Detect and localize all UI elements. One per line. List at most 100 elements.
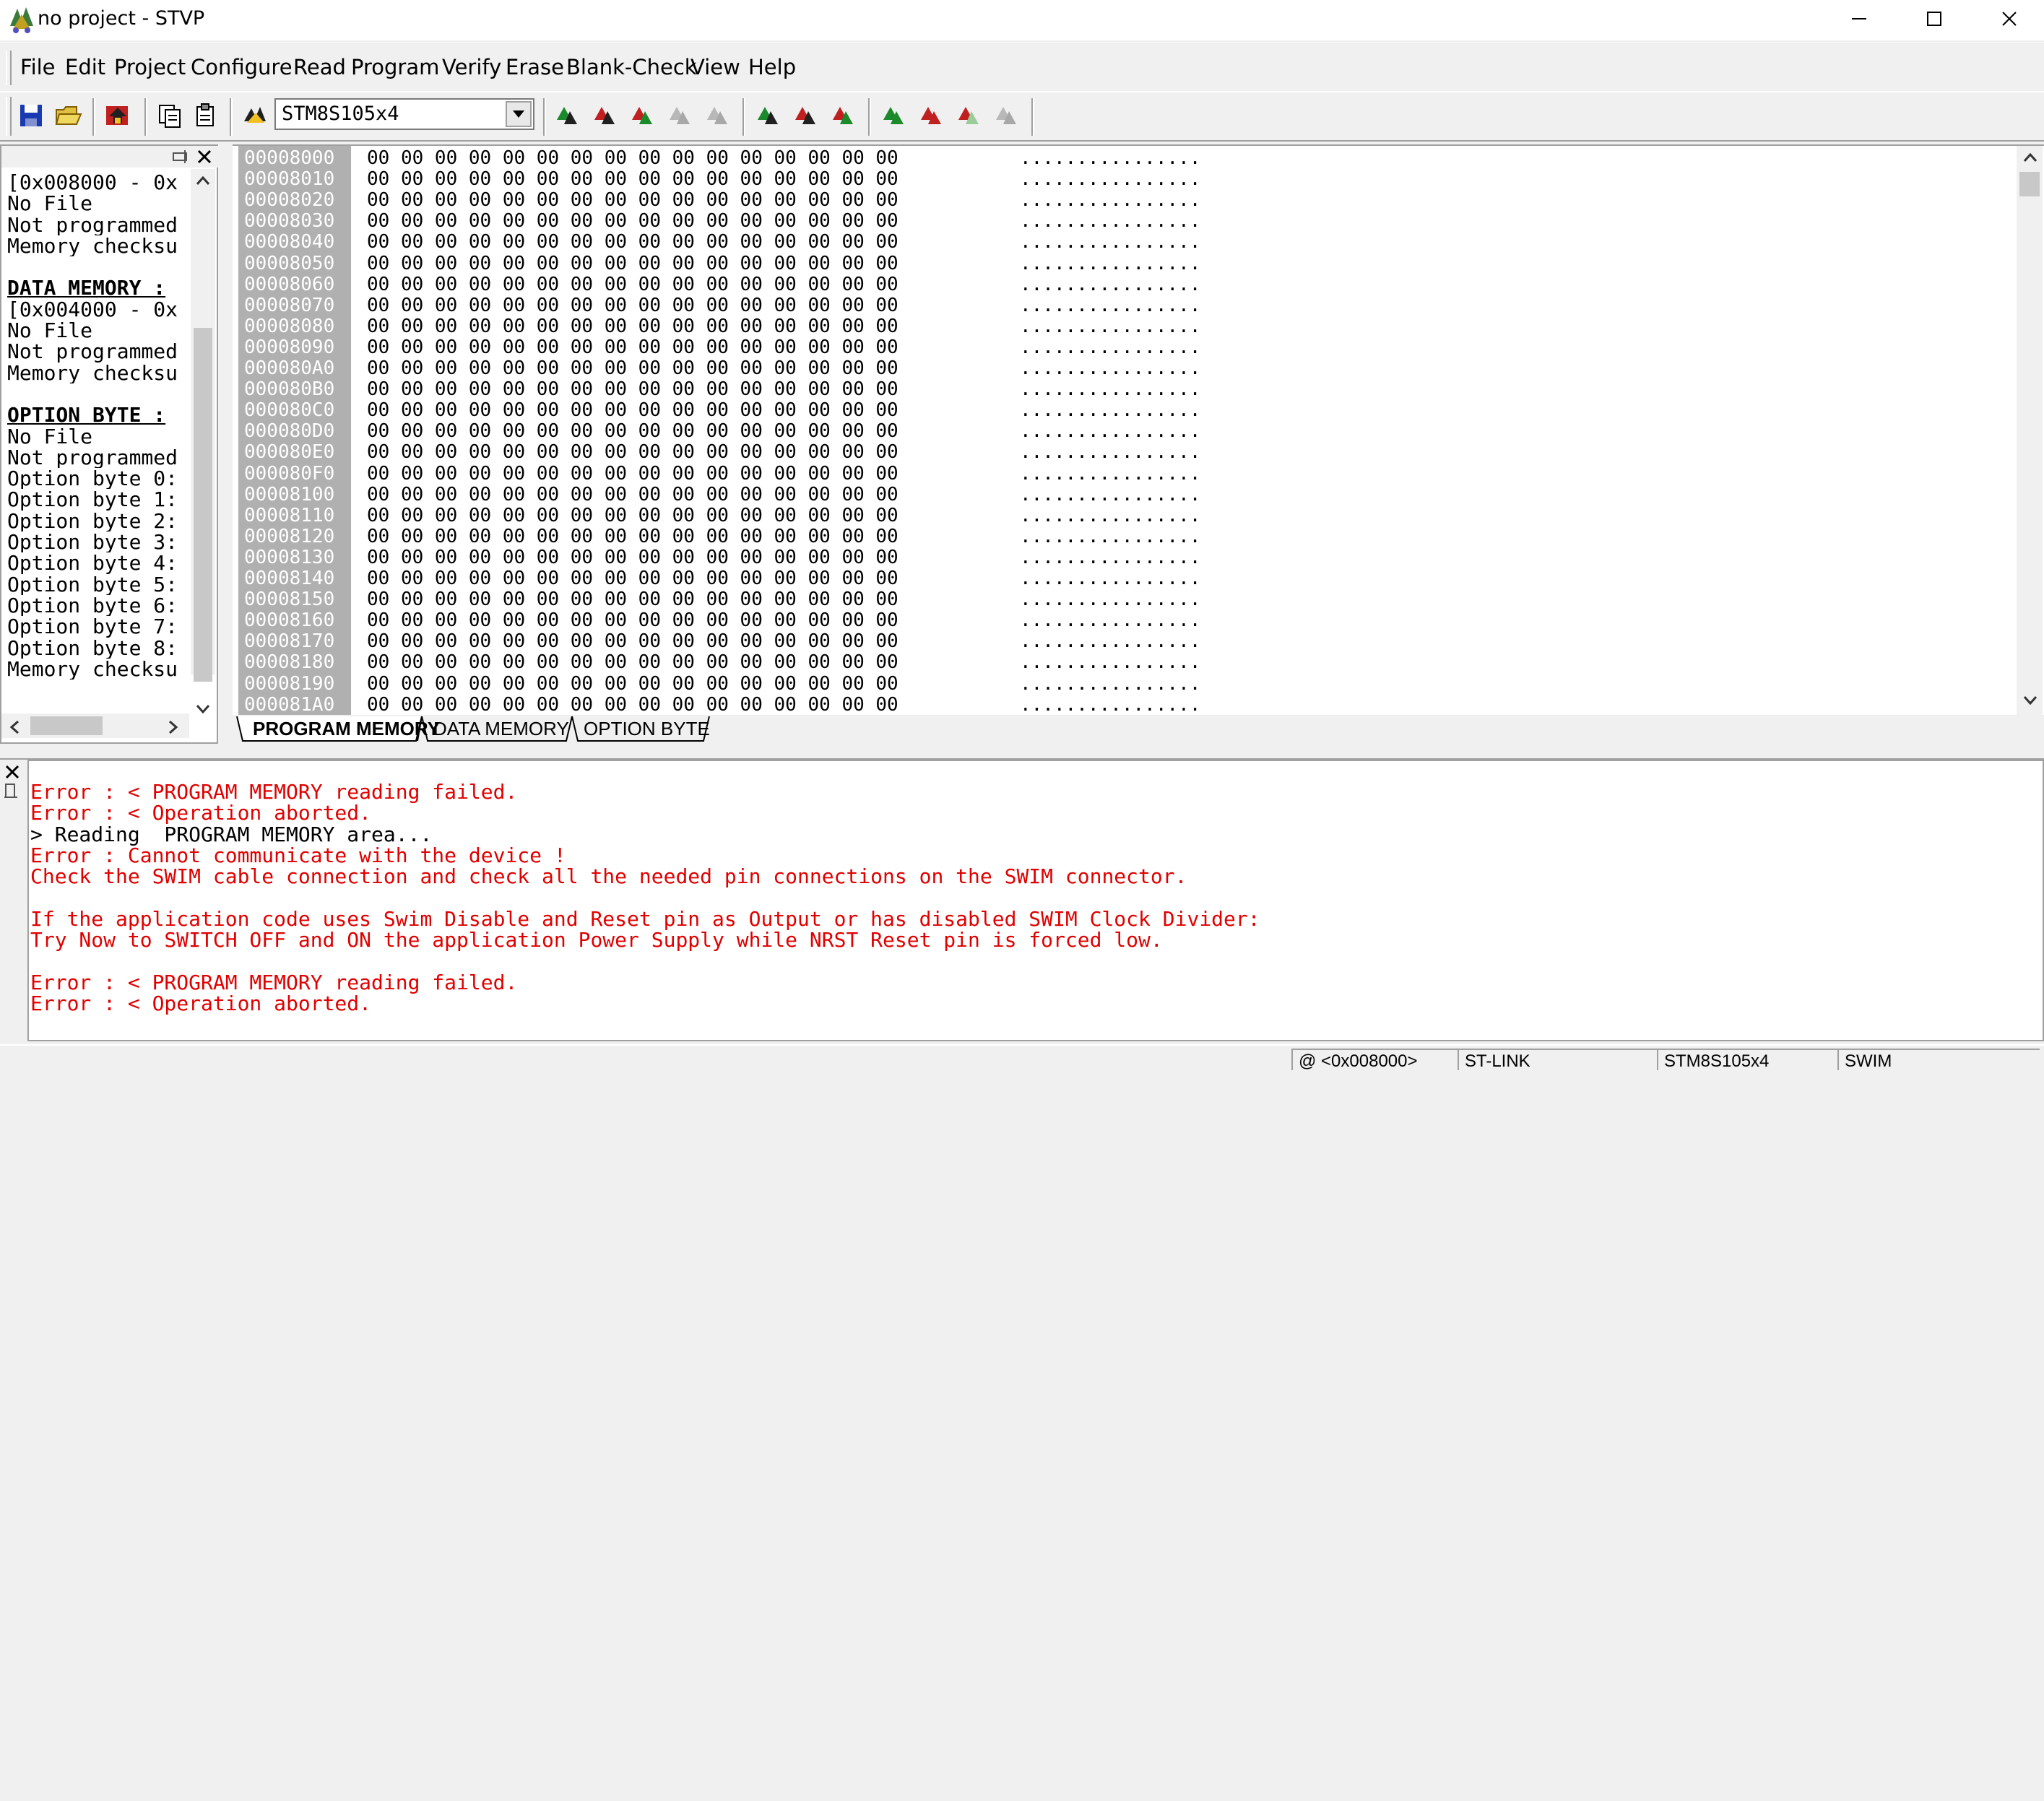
scroll-down-icon[interactable] <box>195 703 211 715</box>
hex-bytes[interactable]: 00 00 00 00 00 00 00 00 00 00 00 00 00 0… <box>367 378 898 400</box>
info-scroll-thumb[interactable] <box>194 328 212 682</box>
hex-bytes[interactable]: 00 00 00 00 00 00 00 00 00 00 00 00 00 0… <box>367 630 898 652</box>
hex-ascii[interactable]: ................ <box>1020 609 1200 631</box>
hex-ascii[interactable]: ................ <box>1020 547 1200 568</box>
hex-bytes[interactable]: 00 00 00 00 00 00 00 00 00 00 00 00 00 0… <box>367 231 898 253</box>
maximize-button[interactable] <box>1897 0 1972 38</box>
read-disabled-button[interactable] <box>663 98 696 133</box>
tab-option-byte[interactable]: OPTION BYTE <box>584 718 710 740</box>
hex-vertical-scrollbar[interactable] <box>2017 146 2043 715</box>
hex-bytes[interactable]: 00 00 00 00 00 00 00 00 00 00 00 00 00 0… <box>367 463 898 485</box>
info-vertical-scrollbar[interactable] <box>191 169 215 714</box>
hex-ascii[interactable]: ................ <box>1020 526 1200 547</box>
hex-bytes[interactable]: 00 00 00 00 00 00 00 00 00 00 00 00 00 0… <box>367 694 898 716</box>
info-hscroll-thumb[interactable] <box>30 716 103 735</box>
read-all-button[interactable] <box>588 98 621 133</box>
scroll-down-icon[interactable] <box>2022 695 2038 706</box>
hex-ascii[interactable]: ................ <box>1020 673 1200 695</box>
read-button[interactable] <box>550 98 584 133</box>
hex-ascii[interactable]: ................ <box>1020 463 1200 485</box>
memory-hex-view[interactable]: 00008000 00008010 00008020 00008030 00008040… <box>233 144 2044 716</box>
program-button[interactable] <box>751 98 784 133</box>
open-button[interactable] <box>52 98 85 133</box>
menu-help[interactable]: Help <box>748 55 796 79</box>
hex-bytes[interactable]: 00 00 00 00 00 00 00 00 00 00 00 00 00 0… <box>367 547 898 568</box>
save-button[interactable] <box>14 98 48 133</box>
hex-ascii[interactable]: ................ <box>1020 274 1200 295</box>
hex-ascii[interactable]: ................ <box>1020 505 1200 526</box>
hex-bytes[interactable]: 00 00 00 00 00 00 00 00 00 00 00 00 00 0… <box>367 399 898 421</box>
hex-bytes[interactable]: 00 00 00 00 00 00 00 00 00 00 00 00 00 0… <box>367 609 898 631</box>
menu-edit[interactable]: Edit <box>65 55 105 79</box>
hex-ascii[interactable]: ................ <box>1020 441 1200 463</box>
scroll-left-icon[interactable] <box>9 719 20 735</box>
hex-ascii[interactable]: ................ <box>1020 694 1200 716</box>
minimize-button[interactable] <box>1822 0 1897 38</box>
menu-verify[interactable]: Verify <box>442 55 501 79</box>
scroll-up-icon[interactable] <box>2022 152 2038 163</box>
hex-bytes[interactable]: 00 00 00 00 00 00 00 00 00 00 00 00 00 0… <box>367 189 898 211</box>
read-active-button[interactable] <box>625 98 659 133</box>
panel-close-icon[interactable] <box>196 149 212 165</box>
program-all-button[interactable] <box>789 98 822 133</box>
scroll-right-icon[interactable] <box>168 719 179 735</box>
hex-ascii[interactable]: ................ <box>1020 420 1200 442</box>
toolbar-grip[interactable] <box>6 97 12 136</box>
tab-data-memory[interactable]: DATA MEMORY <box>433 718 569 740</box>
menu-view[interactable]: View <box>690 55 740 79</box>
hex-bytes[interactable]: 00 00 00 00 00 00 00 00 00 00 00 00 00 0… <box>367 210 898 232</box>
hex-ascii[interactable]: ................ <box>1020 168 1200 190</box>
menu-configure[interactable]: Configure <box>191 55 293 79</box>
hex-ascii[interactable]: ................ <box>1020 295 1200 316</box>
hex-ascii[interactable]: ................ <box>1020 210 1200 232</box>
pane-splitter[interactable] <box>0 744 2044 760</box>
hex-ascii[interactable]: ................ <box>1020 147 1200 169</box>
menu-grip[interactable] <box>6 51 12 85</box>
menu-file[interactable]: File <box>20 55 56 79</box>
program-active-button[interactable] <box>826 98 859 133</box>
hex-bytes[interactable]: 00 00 00 00 00 00 00 00 00 00 00 00 00 0… <box>367 673 898 695</box>
read-disabled2-button[interactable] <box>701 98 734 133</box>
info-horizontal-scrollbar[interactable] <box>1 713 189 738</box>
hex-ascii[interactable]: ................ <box>1020 399 1200 421</box>
hex-bytes[interactable]: 00 00 00 00 00 00 00 00 00 00 00 00 00 0… <box>367 316 898 337</box>
menu-blank-check[interactable]: Blank-Check <box>566 55 697 79</box>
hex-ascii[interactable]: ................ <box>1020 231 1200 253</box>
hex-bytes[interactable]: 00 00 00 00 00 00 00 00 00 00 00 00 00 0… <box>367 357 898 379</box>
menu-read[interactable]: Read <box>293 55 346 79</box>
hex-bytes[interactable]: 00 00 00 00 00 00 00 00 00 00 00 00 00 0… <box>367 147 898 169</box>
verify-active-button[interactable] <box>952 98 985 133</box>
hex-bytes[interactable]: 00 00 00 00 00 00 00 00 00 00 00 00 00 0… <box>367 168 898 190</box>
hex-ascii[interactable]: ................ <box>1020 589 1200 610</box>
hex-bytes[interactable]: 00 00 00 00 00 00 00 00 00 00 00 00 00 0… <box>367 295 898 316</box>
device-select[interactable]: STM8S105x4 <box>274 98 534 130</box>
hex-ascii[interactable]: ................ <box>1020 651 1200 673</box>
hex-scroll-thumb[interactable] <box>2019 172 2040 196</box>
hex-ascii[interactable]: ................ <box>1020 378 1200 400</box>
hex-bytes[interactable]: 00 00 00 00 00 00 00 00 00 00 00 00 00 0… <box>367 420 898 442</box>
device-dropdown-button[interactable] <box>506 101 532 127</box>
hex-bytes[interactable]: 00 00 00 00 00 00 00 00 00 00 00 00 00 0… <box>367 441 898 463</box>
verify-all-button[interactable] <box>914 98 948 133</box>
close-button[interactable] <box>1972 0 2044 38</box>
hex-bytes[interactable]: 00 00 00 00 00 00 00 00 00 00 00 00 00 0… <box>367 274 898 295</box>
menu-project[interactable]: Project <box>114 55 186 79</box>
hex-bytes[interactable]: 00 00 00 00 00 00 00 00 00 00 00 00 00 0… <box>367 253 898 274</box>
hex-ascii[interactable]: ................ <box>1020 337 1200 358</box>
menu-erase[interactable]: Erase <box>506 55 564 79</box>
project-button[interactable] <box>101 98 134 133</box>
scroll-up-icon[interactable] <box>195 175 211 186</box>
log-close-icon[interactable] <box>4 764 20 780</box>
hex-bytes[interactable]: 00 00 00 00 00 00 00 00 00 00 00 00 00 0… <box>367 568 898 589</box>
hex-bytes[interactable]: 00 00 00 00 00 00 00 00 00 00 00 00 00 0… <box>367 484 898 505</box>
copy-button[interactable] <box>153 98 186 133</box>
hex-bytes[interactable]: 00 00 00 00 00 00 00 00 00 00 00 00 00 0… <box>367 589 898 610</box>
hex-bytes[interactable]: 00 00 00 00 00 00 00 00 00 00 00 00 00 0… <box>367 526 898 547</box>
device-button[interactable] <box>238 98 272 133</box>
hex-bytes[interactable]: 00 00 00 00 00 00 00 00 00 00 00 00 00 0… <box>367 651 898 673</box>
hex-ascii[interactable]: ................ <box>1020 630 1200 652</box>
hex-ascii[interactable]: ................ <box>1020 189 1200 211</box>
hex-ascii[interactable]: ................ <box>1020 316 1200 337</box>
hex-ascii[interactable]: ................ <box>1020 484 1200 505</box>
hex-ascii[interactable]: ................ <box>1020 568 1200 589</box>
